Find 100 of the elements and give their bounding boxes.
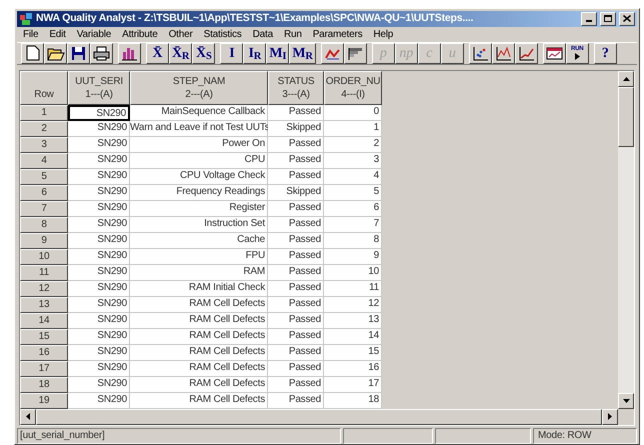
table-cell: 9	[324, 248, 382, 265]
table-cell: MainSequence Callback	[130, 104, 268, 121]
row-number[interactable]: 2	[20, 120, 68, 137]
row-number[interactable]: 12	[20, 280, 68, 297]
table-cell: SN290	[68, 344, 130, 361]
table-cell: SN290	[68, 360, 130, 377]
row-number[interactable]: 10	[20, 248, 68, 265]
row-number[interactable]: 17	[20, 360, 68, 377]
close-icon	[623, 15, 631, 22]
toolbar-button[interactable]	[468, 42, 492, 64]
toolbar-button[interactable]	[21, 42, 44, 64]
toolbar-button[interactable]	[514, 42, 538, 64]
row-number[interactable]: 4	[20, 152, 68, 169]
toolbar-button[interactable]	[344, 42, 367, 64]
maximize-icon	[604, 15, 612, 22]
toolbar-button[interactable]	[320, 42, 344, 64]
row-number[interactable]: 15	[20, 328, 68, 345]
table-cell: 16	[324, 360, 382, 377]
menu-item[interactable]: Edit	[44, 26, 71, 42]
menu-item[interactable]: Parameters	[308, 26, 368, 42]
toolbar-button[interactable]: X̄	[146, 42, 169, 64]
minimize-button[interactable]	[581, 12, 597, 26]
toolbar-button[interactable]	[44, 42, 67, 64]
toolbar-button[interactable]	[492, 42, 515, 64]
row-number[interactable]: 8	[20, 216, 68, 233]
menu-item[interactable]: Data	[248, 26, 278, 42]
table-cell: Skipped	[268, 184, 324, 201]
row-number[interactable]: 11	[20, 264, 68, 281]
table-cell: SN290	[68, 152, 130, 169]
table-cell: SN290	[68, 104, 130, 121]
right-arrow-icon	[608, 413, 612, 420]
toolbar-button[interactable]: X̄$_{S}$	[192, 42, 216, 64]
row-number[interactable]: 7	[20, 200, 68, 217]
toolbar-button[interactable]: M$_{I}$	[266, 42, 290, 64]
table-cell: Passed	[268, 216, 324, 233]
menu-item[interactable]: Attribute	[117, 26, 163, 42]
row-number[interactable]: 5	[20, 168, 68, 185]
table-cell: 15	[324, 344, 382, 361]
table-cell: SN290	[68, 312, 130, 329]
table-cell: 8	[324, 232, 382, 249]
menu-item[interactable]: Statistics	[198, 26, 247, 42]
table-cell: 5	[324, 184, 382, 201]
up-arrow-icon	[622, 76, 630, 81]
table-cell: 14	[324, 328, 382, 345]
table-cell: 1	[324, 120, 382, 137]
scrollbar-thumb[interactable]	[618, 86, 634, 147]
toolbar-button[interactable]	[67, 42, 90, 64]
table-cell: Passed	[268, 104, 324, 121]
table-cell: 7	[324, 216, 382, 233]
table-cell: 4	[324, 168, 382, 185]
printer-icon	[93, 46, 110, 61]
menu-item[interactable]: Run	[278, 26, 307, 42]
column-header[interactable]: ORDER_NU 4---(I)	[324, 70, 382, 105]
toolbar-button[interactable]: I	[220, 42, 244, 64]
menu-item[interactable]: Other	[164, 26, 198, 42]
table-cell: Power On	[130, 136, 268, 153]
scatter-plot-icon	[472, 46, 489, 61]
row-number[interactable]: 6	[20, 184, 68, 201]
toolbar-button[interactable]: ?	[594, 42, 617, 64]
menu-item[interactable]: Help	[368, 26, 398, 42]
toolbar-button[interactable]: M$_{R}$	[289, 42, 316, 64]
bar-chart-icon	[121, 46, 138, 61]
row-number[interactable]: 3	[20, 136, 68, 153]
menu-item[interactable]: File	[18, 26, 44, 42]
table-cell: RAM Cell Defects	[130, 296, 268, 313]
table-cell: Passed	[268, 328, 324, 345]
close-button[interactable]	[619, 12, 635, 26]
column-header[interactable]: STEP_NAM 2---(A)	[130, 70, 268, 105]
table-cell: Passed	[268, 312, 324, 329]
row-number[interactable]: 1	[20, 104, 68, 121]
table-cell: Passed	[268, 344, 324, 361]
table-cell: SN290	[68, 280, 130, 297]
table-cell: RAM	[130, 264, 268, 281]
table-cell: Register	[130, 200, 268, 217]
toolbar-button[interactable]: X̄$_{R}$	[169, 42, 192, 64]
chart-window-icon	[546, 46, 563, 61]
row-number[interactable]: 9	[20, 232, 68, 249]
table-cell: Passed	[268, 136, 324, 153]
row-number[interactable]: 18	[20, 376, 68, 393]
toolbar-button[interactable]	[90, 42, 113, 64]
row-number[interactable]: 13	[20, 296, 68, 313]
table-cell: Passed	[268, 248, 324, 265]
column-header[interactable]: STATUS 3---(A)	[268, 70, 324, 105]
column-header[interactable]: UUT_SERI 1---(A)	[68, 70, 130, 105]
vertical-scrollbar[interactable]	[618, 70, 634, 409]
status-mode: Mode: ROW	[533, 428, 637, 444]
menu-item[interactable]: Variable	[72, 26, 116, 42]
table-cell: Passed	[268, 152, 324, 169]
row-number[interactable]: 14	[20, 312, 68, 329]
table-cell: 6	[324, 200, 382, 217]
maximize-button[interactable]	[600, 12, 616, 26]
table-cell: Skipped	[268, 120, 324, 137]
toolbar-button[interactable]: I$_{R}$	[243, 42, 266, 64]
toolbar-button[interactable]	[542, 42, 566, 64]
row-number[interactable]: 19	[20, 392, 68, 409]
folder-icon	[46, 46, 64, 61]
left-arrow-icon	[26, 413, 30, 420]
row-number[interactable]: 16	[20, 344, 68, 361]
toolbar-button[interactable]	[118, 42, 141, 64]
table-cell: 17	[324, 376, 382, 393]
